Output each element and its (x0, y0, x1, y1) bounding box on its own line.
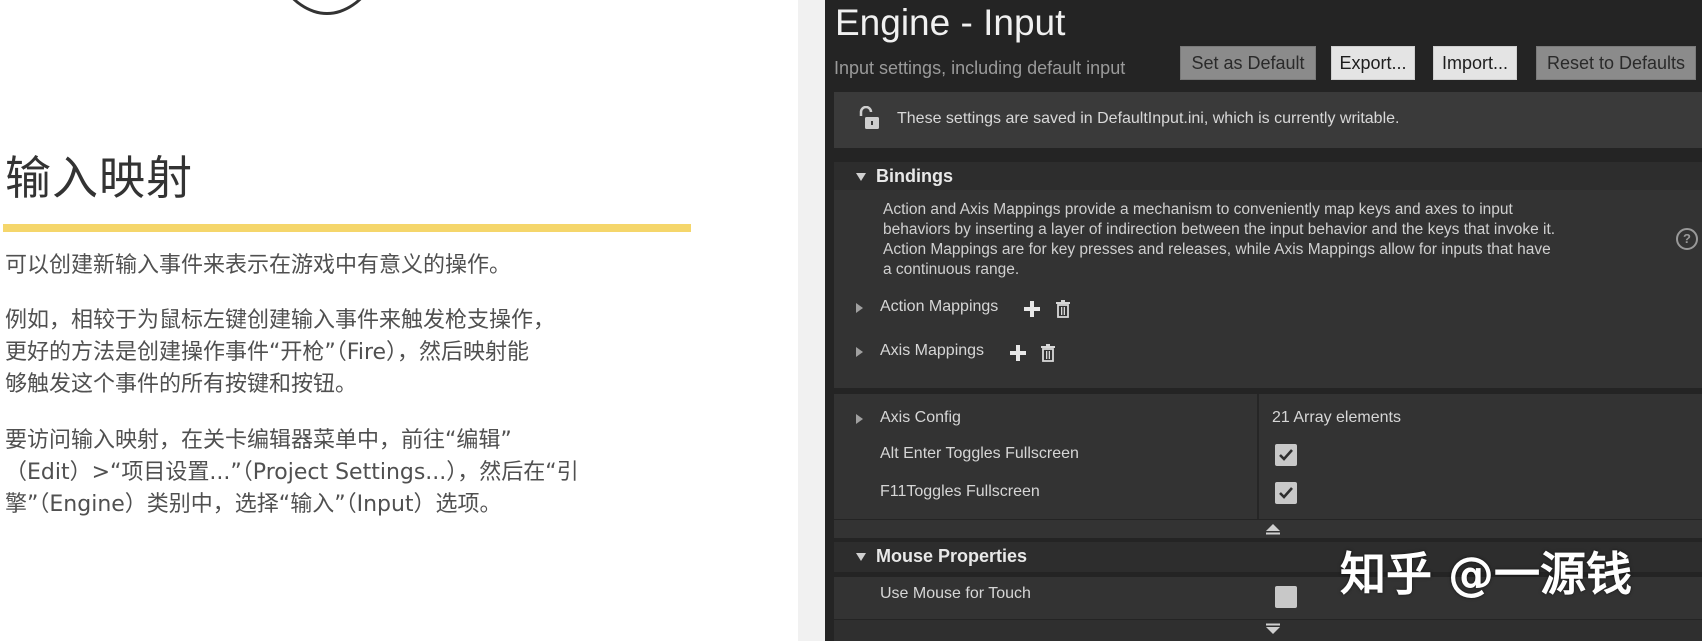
axis-mappings-label: Axis Mappings (880, 342, 985, 359)
expanded-arrow-icon (856, 173, 866, 181)
add-action-mapping-icon[interactable] (1023, 300, 1041, 318)
panel-divider (798, 0, 825, 641)
f11-fullscreen-label: F11Toggles Fullscreen (880, 483, 1040, 500)
paragraph-line: （Edit）>“项目设置...”（Project Settings...），然后… (5, 460, 579, 485)
description-line: behaviors by inserting a layer of indire… (883, 221, 1556, 238)
reset-to-defaults-button[interactable]: Reset to Defaults (1536, 46, 1696, 80)
expanded-arrow-icon (856, 553, 866, 561)
panel-subtitle: Input settings, including default input (834, 58, 1126, 78)
description-line: Action Mappings are for key presses and … (883, 241, 1551, 258)
notice-text: These settings are saved in DefaultInput… (897, 110, 1400, 127)
slide-title: 输入映射 (5, 151, 193, 205)
alt-enter-fullscreen-checkbox[interactable] (1275, 444, 1297, 466)
checkmark-icon (1279, 487, 1293, 499)
paragraph-line: 更好的方法是创建操作事件“开枪”（Fire），然后映射能 (5, 340, 530, 365)
import-button[interactable]: Import... (1433, 46, 1517, 80)
set-as-default-button[interactable]: Set as Default (1180, 46, 1316, 80)
accent-divider (3, 224, 691, 232)
expand-down-icon[interactable] (1265, 623, 1281, 635)
decorative-circle (258, 0, 396, 15)
slide-paragraph-2: 例如，相较于为鼠标左键创建输入事件来触发枪支操作， 更好的方法是创建操作事件“开… (5, 305, 685, 401)
input-config-section: Axis Config 21 Array elements Alt Enter … (834, 394, 1702, 519)
delete-axis-mappings-icon[interactable] (1040, 344, 1056, 362)
slide-paragraph-3: 要访问输入映射，在关卡编辑器菜单中，前往“编辑” （Edit）>“项目设置...… (5, 425, 685, 521)
f11-fullscreen-checkbox[interactable] (1275, 482, 1297, 504)
advanced-expand-bar[interactable] (834, 620, 1702, 641)
alt-enter-fullscreen-label: Alt Enter Toggles Fullscreen (880, 445, 1079, 462)
delete-action-mappings-icon[interactable] (1055, 300, 1071, 318)
watermark: 知乎 @一源钱 (1340, 547, 1633, 601)
use-mouse-for-touch-checkbox[interactable] (1275, 586, 1297, 608)
use-mouse-for-touch-label: Use Mouse for Touch (880, 585, 1031, 602)
config-file-notice: These settings are saved in DefaultInput… (834, 92, 1702, 148)
collapsed-arrow-icon[interactable] (856, 414, 863, 424)
description-line: a continuous range. (883, 261, 1020, 278)
collapse-up-icon[interactable] (1265, 523, 1281, 535)
paragraph-line: 要访问输入映射，在关卡编辑器菜单中，前往“编辑” (5, 428, 512, 453)
help-icon[interactable]: ? (1676, 228, 1698, 250)
panel-title: Engine - Input (835, 2, 1066, 43)
paragraph-line: 例如，相较于为鼠标左键创建输入事件来触发枪支操作， (5, 308, 556, 333)
axis-config-value: 21 Array elements (1272, 409, 1401, 426)
bindings-description: Action and Axis Mappings provide a mecha… (883, 200, 1673, 280)
action-mappings-label: Action Mappings (880, 298, 999, 315)
description-line: Action and Axis Mappings provide a mecha… (883, 201, 1513, 218)
slide-panel: 输入映射 可以创建新输入事件来表示在游戏中有意义的操作。 例如，相较于为鼠标左键… (0, 0, 798, 641)
unlocked-lock-icon (859, 106, 879, 129)
section-label: Mouse Properties (876, 546, 1028, 566)
axis-config-label: Axis Config (880, 409, 961, 426)
collapsed-arrow-icon[interactable] (856, 347, 863, 357)
collapsed-arrow-icon[interactable] (856, 303, 863, 313)
bindings-section: Action and Axis Mappings provide a mecha… (834, 190, 1702, 388)
advanced-collapse-bar[interactable] (834, 520, 1702, 538)
section-label: Bindings (876, 166, 953, 186)
paragraph-line: 擎”（Engine）类别中，选择“输入”（Input）选项。 (5, 492, 502, 517)
column-separator (1257, 394, 1259, 519)
checkmark-icon (1279, 449, 1293, 461)
slide-paragraph-1: 可以创建新输入事件来表示在游戏中有意义的操作。 (5, 253, 512, 278)
add-axis-mapping-icon[interactable] (1009, 344, 1027, 362)
bindings-section-header[interactable]: Bindings (834, 162, 1702, 192)
export-button[interactable]: Export... (1331, 46, 1415, 80)
engine-input-settings-panel: Engine - Input Input settings, including… (825, 0, 1702, 641)
paragraph-line: 够触发这个事件的所有按键和按钮。 (5, 372, 358, 397)
